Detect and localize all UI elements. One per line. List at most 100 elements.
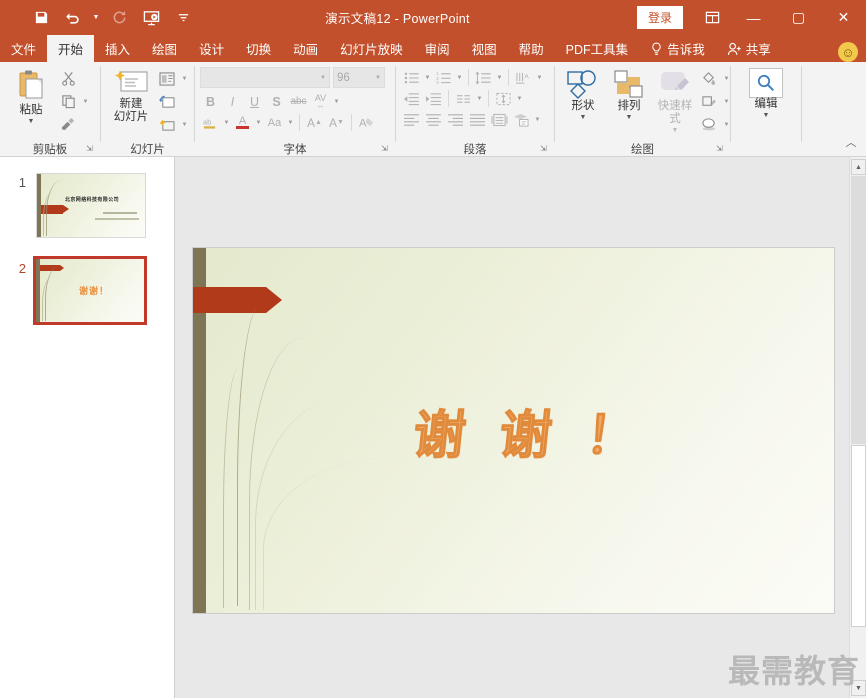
format-painter-icon[interactable] [57, 114, 79, 135]
drawing-dialog-launcher-icon[interactable]: ⇲ [716, 144, 726, 154]
tab-file[interactable]: 文件 [0, 35, 47, 62]
ribbon-display-options-icon[interactable] [693, 2, 731, 34]
text-highlight-button[interactable]: ab [200, 112, 221, 133]
thumbnail-slide-1[interactable]: 1 北京网络科技有限公司 [6, 173, 146, 238]
text-direction-dropdown-icon[interactable]: ▼ [535, 75, 544, 81]
close-button[interactable]: ✕ [821, 0, 866, 35]
numbering-button[interactable]: 123 [433, 67, 454, 88]
tab-slideshow[interactable]: 幻灯片放映 [329, 35, 414, 62]
shape-effects-dropdown-icon[interactable]: ▼ [722, 122, 731, 128]
tab-insert[interactable]: 插入 [94, 35, 141, 62]
bullets-button[interactable] [401, 67, 422, 88]
copy-dropdown-icon[interactable]: ▼ [81, 99, 90, 105]
thumbnail-frame-2[interactable]: 谢谢！ [33, 256, 147, 325]
scroll-track[interactable] [851, 176, 866, 444]
save-icon[interactable] [26, 5, 56, 31]
thumbnail-frame-1[interactable]: 北京网络科技有限公司 [36, 173, 146, 238]
cut-icon[interactable] [57, 68, 79, 89]
arrange-dropdown-icon[interactable]: ▼ [626, 114, 633, 122]
tab-home[interactable]: 开始 [47, 35, 95, 62]
font-name-input[interactable]: ▼ [200, 67, 330, 88]
convert-to-smartart-button[interactable] [511, 109, 532, 130]
minimize-button[interactable]: — [731, 0, 776, 35]
sign-in-button[interactable]: 登录 [636, 6, 683, 29]
align-right-button[interactable] [445, 109, 466, 130]
shape-outline-icon[interactable] [698, 91, 720, 112]
bullets-dropdown-icon[interactable]: ▼ [423, 75, 432, 81]
line-spacing-dropdown-icon[interactable]: ▼ [495, 75, 504, 81]
tab-tell-me[interactable]: 告诉我 [639, 35, 716, 62]
bold-button[interactable]: B [200, 91, 221, 112]
clear-formatting-button[interactable]: A [356, 112, 377, 133]
strikethrough-button[interactable]: abc [288, 91, 309, 112]
distribute-columns-button[interactable] [489, 109, 510, 130]
numbering-dropdown-icon[interactable]: ▼ [455, 75, 464, 81]
clipboard-dialog-launcher-icon[interactable]: ⇲ [86, 144, 96, 154]
tab-view[interactable]: 视图 [461, 35, 508, 62]
italic-button[interactable]: I [222, 91, 243, 112]
shapes-button[interactable]: 形状 ▼ [560, 66, 606, 124]
tab-review[interactable]: 审阅 [414, 35, 461, 62]
new-slide-button[interactable]: 新建 幻灯片 [106, 66, 156, 126]
tab-help[interactable]: 帮助 [508, 35, 555, 62]
feedback-smiley-icon[interactable]: ☺ [838, 42, 858, 62]
decrease-indent-button[interactable] [401, 88, 422, 109]
align-text-button[interactable] [493, 88, 514, 109]
font-name-dropdown-icon[interactable]: ▼ [320, 75, 326, 81]
slide-content-textbox[interactable]: 谢 谢 ！ [193, 248, 834, 613]
character-spacing-dropdown-icon[interactable]: ▼ [332, 99, 341, 105]
section-icon[interactable] [156, 114, 178, 135]
tab-share[interactable]: 共享 [716, 35, 782, 62]
align-center-button[interactable] [423, 109, 444, 130]
tab-draw[interactable]: 绘图 [141, 35, 188, 62]
edit-button[interactable]: 编辑 ▼ [743, 66, 789, 122]
increase-indent-button[interactable] [423, 88, 444, 109]
justify-button[interactable] [467, 109, 488, 130]
columns-button[interactable] [453, 88, 474, 109]
copy-icon[interactable] [57, 91, 79, 112]
line-spacing-button[interactable] [473, 67, 494, 88]
shape-fill-icon[interactable] [698, 68, 720, 89]
layout-icon[interactable] [156, 68, 178, 89]
decrease-font-size-button[interactable]: A ▼ [326, 112, 347, 133]
text-highlight-dropdown-icon[interactable]: ▼ [222, 120, 231, 126]
tab-design[interactable]: 设计 [188, 35, 235, 62]
scroll-thumb[interactable] [851, 445, 866, 627]
underline-button[interactable]: U [244, 91, 265, 112]
paste-button[interactable]: 粘贴 ▼ [5, 66, 57, 128]
shape-effects-icon[interactable] [698, 114, 720, 135]
change-case-dropdown-icon[interactable]: ▼ [286, 120, 295, 126]
tab-pdf-tools[interactable]: PDF工具集 [555, 35, 640, 62]
undo-dropdown-icon[interactable]: ▼ [90, 5, 102, 31]
columns-dropdown-icon[interactable]: ▼ [475, 96, 484, 102]
font-size-input[interactable]: 96 ▼ [333, 67, 385, 88]
font-size-dropdown-icon[interactable]: ▼ [375, 75, 381, 81]
layout-dropdown-icon[interactable]: ▼ [180, 76, 189, 82]
scroll-up-button[interactable]: ▲ [851, 159, 866, 175]
collapse-ribbon-icon[interactable]: ︿ [842, 133, 860, 151]
font-color-dropdown-icon[interactable]: ▼ [254, 120, 263, 126]
reset-icon[interactable] [156, 91, 178, 112]
maximize-button[interactable]: ▢ [776, 0, 821, 35]
undo-icon[interactable] [58, 5, 88, 31]
text-shadow-button[interactable]: S [266, 91, 287, 112]
paragraph-dialog-launcher-icon[interactable]: ⇲ [540, 144, 550, 154]
paste-dropdown-icon[interactable]: ▼ [28, 118, 35, 126]
font-color-button[interactable]: A [232, 112, 253, 133]
tab-animations[interactable]: 动画 [282, 35, 329, 62]
text-direction-button[interactable]: A [513, 67, 534, 88]
tab-transitions[interactable]: 切换 [235, 35, 282, 62]
shape-fill-dropdown-icon[interactable]: ▼ [722, 76, 731, 82]
shape-outline-dropdown-icon[interactable]: ▼ [722, 99, 731, 105]
section-dropdown-icon[interactable]: ▼ [180, 122, 189, 128]
align-left-button[interactable] [401, 109, 422, 130]
slide-thumbnail-panel[interactable]: 1 北京网络科技有限公司 2 谢谢！ [0, 157, 175, 698]
edit-dropdown-icon[interactable]: ▼ [763, 112, 770, 120]
vertical-scrollbar[interactable]: ▲ ▼ [849, 157, 866, 698]
change-case-button[interactable]: Aa [264, 112, 285, 133]
increase-font-size-button[interactable]: A ▲ [304, 112, 325, 133]
shapes-dropdown-icon[interactable]: ▼ [580, 114, 587, 122]
smartart-dropdown-icon[interactable]: ▼ [533, 117, 542, 123]
font-dialog-launcher-icon[interactable]: ⇲ [381, 144, 391, 154]
character-spacing-button[interactable]: AV ↔ [310, 91, 331, 112]
